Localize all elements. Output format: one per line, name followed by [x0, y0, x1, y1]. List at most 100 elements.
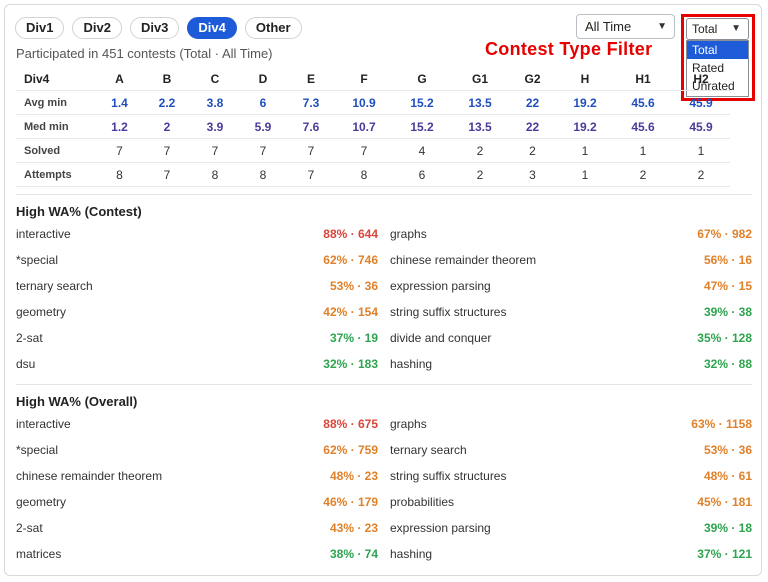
- tag-name: *special: [16, 443, 59, 457]
- table-cell: 2: [509, 138, 556, 163]
- table-cell: 22: [509, 90, 556, 115]
- table-cell: 2.2: [143, 90, 191, 115]
- tab-div3[interactable]: Div3: [129, 17, 180, 39]
- column-header: F: [335, 67, 393, 91]
- table-cell: 1: [614, 138, 672, 163]
- column-header: A: [96, 67, 143, 91]
- tag-name: graphs: [390, 417, 427, 431]
- tab-other[interactable]: Other: [244, 17, 302, 39]
- wa-value: 35% · 128: [697, 331, 752, 345]
- wa-value: 38% · 74: [329, 547, 378, 561]
- table-cell: 22: [509, 114, 556, 139]
- tag-name: expression parsing: [390, 521, 491, 535]
- chevron-down-icon: ▼: [731, 23, 741, 34]
- list-item: graphs 63% · 1158: [390, 412, 752, 438]
- wa-overall-title: High WA% (Overall): [16, 394, 138, 409]
- column-header: D: [239, 67, 287, 91]
- list-item: string suffix structures 48% · 61: [390, 464, 752, 490]
- row-label: Solved: [16, 138, 96, 163]
- annotation-label: Contest Type Filter: [485, 39, 653, 59]
- list-item: chinese remainder theorem 48% · 23: [16, 464, 378, 490]
- tab-div4[interactable]: Div4: [187, 17, 237, 39]
- table-cell: 7: [143, 162, 191, 187]
- contest-type-value: Total: [692, 22, 718, 36]
- table-cell: 7.6: [287, 114, 335, 139]
- table-row: Attempts 8 7 8 8 7 8 6 2 3 1 2 2: [16, 162, 730, 187]
- table-cell: 7.3: [287, 90, 335, 115]
- tab-div1[interactable]: Div1: [15, 17, 65, 39]
- time-filter-select[interactable]: All Time ▼: [576, 14, 675, 39]
- wa-value: 62% · 746: [323, 253, 378, 267]
- column-header: H1: [614, 67, 672, 91]
- table-header-row: Div4 A B C D E F G G1 G2 H H1 H2: [16, 67, 730, 91]
- table-cell: 7: [287, 138, 335, 163]
- row-label: Med min: [16, 114, 96, 139]
- column-header: G1: [451, 67, 509, 91]
- table-cell: 6: [239, 90, 287, 115]
- list-item: interactive 88% · 675: [16, 412, 378, 438]
- table-cell: 19.2: [556, 90, 614, 115]
- column-header: H: [556, 67, 614, 91]
- column-header: Div4: [16, 67, 96, 91]
- tag-name: hashing: [390, 547, 433, 561]
- list-item: *special 62% · 746: [16, 248, 378, 274]
- column-header: E: [287, 67, 335, 91]
- table-cell: 45.9: [672, 90, 730, 115]
- table-cell: 2: [672, 162, 730, 187]
- table-cell: 8: [239, 162, 287, 187]
- tag-name: geometry: [16, 305, 67, 319]
- wa-value: 39% · 18: [703, 521, 752, 535]
- wa-value: 43% · 23: [329, 521, 378, 535]
- tag-name: dsu: [16, 357, 36, 371]
- list-item: *special 62% · 759: [16, 438, 378, 464]
- time-filter-value: All Time: [585, 19, 632, 34]
- table-cell: 3: [509, 162, 556, 187]
- tag-name: hashing: [390, 357, 433, 371]
- tag-name: divide and conquer: [390, 331, 492, 345]
- option-total[interactable]: Total: [687, 41, 748, 59]
- wa-value: 62% · 759: [323, 443, 378, 457]
- table-cell: 10.7: [335, 114, 393, 139]
- wa-value: 48% · 61: [703, 469, 752, 483]
- table-cell: 2: [143, 114, 191, 139]
- table-row: Med min 1.2 2 3.9 5.9 7.6 10.7 15.2 13.5 22 19.2 45…: [16, 114, 730, 139]
- contest-type-select[interactable]: Total ▼: [686, 18, 749, 40]
- table-cell: 5.9: [239, 114, 287, 139]
- list-item: hashing 32% · 88: [390, 352, 752, 378]
- list-item: expression parsing 47% · 15: [390, 274, 752, 300]
- tag-name: 2-sat: [16, 331, 43, 345]
- table-cell: 1.2: [96, 114, 143, 139]
- table-cell: 1: [556, 138, 614, 163]
- wa-value: 37% · 19: [329, 331, 378, 345]
- tag-name: ternary search: [390, 443, 467, 457]
- wa-value: 42% · 154: [323, 305, 378, 319]
- tab-div2[interactable]: Div2: [72, 17, 122, 39]
- list-item: geometry 46% · 179: [16, 490, 378, 516]
- table-cell: 8: [96, 162, 143, 187]
- tag-name: expression parsing: [390, 279, 491, 293]
- table-cell: 7: [143, 138, 191, 163]
- table-cell: 2: [614, 162, 672, 187]
- wa-value: 53% · 36: [329, 279, 378, 293]
- table-cell: 10.9: [335, 90, 393, 115]
- tag-name: string suffix structures: [390, 469, 507, 483]
- list-item: matrices 38% · 74: [16, 542, 378, 568]
- table-cell: 15.2: [393, 90, 451, 115]
- tag-name: chinese remainder theorem: [16, 469, 163, 483]
- table-cell: 8: [191, 162, 239, 187]
- tag-name: 2-sat: [16, 521, 43, 535]
- section-divider: [16, 384, 752, 385]
- column-header: H2: [672, 67, 730, 91]
- table-cell: 13.5: [451, 114, 509, 139]
- list-item: graphs 67% · 982: [390, 222, 752, 248]
- wa-value: 67% · 982: [697, 227, 752, 241]
- table-cell: 45.9: [672, 114, 730, 139]
- table-cell: 4: [393, 138, 451, 163]
- wa-value: 48% · 23: [329, 469, 378, 483]
- table-cell: 19.2: [556, 114, 614, 139]
- list-item: probabilities 45% · 181: [390, 490, 752, 516]
- wa-value: 32% · 88: [703, 357, 752, 371]
- tag-name: probabilities: [390, 495, 455, 509]
- list-item: geometry 42% · 154: [16, 300, 378, 326]
- column-header: G2: [509, 67, 556, 91]
